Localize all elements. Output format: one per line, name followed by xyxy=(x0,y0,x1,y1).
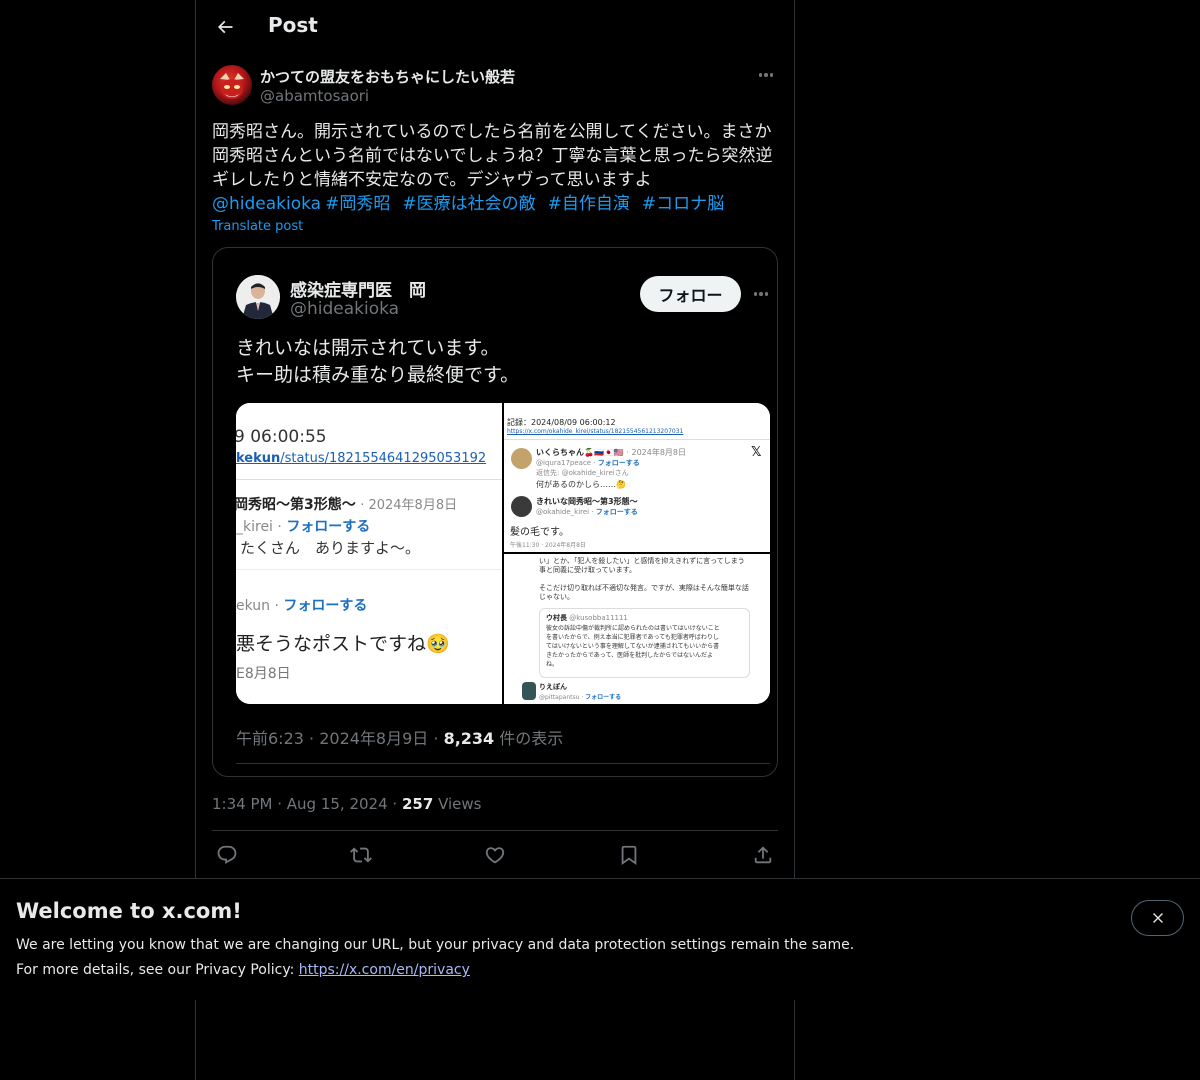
post-author: かつての盟友をおもちゃにしたい般若 @abamtosaori xyxy=(212,64,778,108)
quoted-text-line: きれいなは開示されています。 xyxy=(236,337,500,359)
back-button[interactable] xyxy=(210,12,240,42)
more-button[interactable] xyxy=(754,66,778,84)
banner-title: Welcome to x.com! xyxy=(16,899,242,923)
post-text-line: 岡秀昭さん。開示されているのでしたら名前を公開してください。まさか xyxy=(212,122,772,142)
post-time[interactable]: 1:34 PM xyxy=(212,795,272,813)
bookmark-button[interactable] xyxy=(614,840,644,870)
more-horizontal-icon xyxy=(753,292,758,296)
quoted-date: 2024年8月9日 xyxy=(319,729,429,748)
display-name[interactable]: かつての盟友をおもちゃにしたい般若 xyxy=(260,66,515,87)
more-horizontal-icon xyxy=(758,73,763,77)
quoted-text-line: キー助は積み重なり最終便です。 xyxy=(236,364,520,386)
avatar xyxy=(511,448,532,469)
repost-icon xyxy=(350,847,372,863)
banner-message: We are letting you know that we are chan… xyxy=(16,937,855,953)
follow-button[interactable]: フォロー xyxy=(640,276,741,312)
post-text: 岡秀昭さん。開示されているのでしたら名前を公開してください。まさか 岡秀昭さんと… xyxy=(212,120,782,192)
avatar xyxy=(511,496,532,517)
privacy-policy-link[interactable]: https://x.com/en/privacy xyxy=(299,962,470,978)
image-text: 悪そうなポストですね🥹 xyxy=(236,633,450,655)
like-button[interactable] xyxy=(480,840,510,870)
quoted-post[interactable]: 感染症専門医 岡 @hideakioka フォロー きれいなは開示されています。… xyxy=(212,247,778,777)
avatar-image xyxy=(220,73,244,99)
image-text: kekun/status/1821554641295053192 xyxy=(236,451,487,466)
share-button[interactable] xyxy=(748,840,778,870)
quoted-more-button[interactable] xyxy=(749,285,773,303)
mention-link[interactable]: @hideakioka xyxy=(212,194,321,214)
translate-post-link[interactable]: Translate post xyxy=(212,219,303,234)
quoted-user-handle[interactable]: @hideakioka xyxy=(290,299,399,319)
quoted-display-name[interactable]: 感染症専門医 岡 xyxy=(290,276,426,301)
close-banner-button[interactable] xyxy=(1131,900,1184,936)
views-label: Views xyxy=(438,795,482,813)
avatar xyxy=(522,682,536,700)
page-header: Post xyxy=(196,0,794,54)
hashtag-link[interactable]: #コロナ脳 xyxy=(642,194,724,214)
quoted-avatar[interactable] xyxy=(236,275,280,319)
reply-button[interactable] xyxy=(212,840,242,870)
repost-button[interactable] xyxy=(346,840,376,870)
hashtag-link[interactable]: #医療は社会の敵 xyxy=(402,194,535,214)
hashtag-link[interactable]: #岡秀昭 xyxy=(325,194,390,214)
hashtag-link[interactable]: #自作自演 xyxy=(548,194,630,214)
post-meta: 1:34 PM · Aug 15, 2024 · 257 Views xyxy=(212,795,482,813)
x-logo-icon: 𝕏 xyxy=(751,445,762,460)
image-text: 岡秀昭〜第3形態〜 xyxy=(236,497,356,513)
post-text-line: 岡秀昭さんという名前ではないでしょうね？丁寧な言葉と思ったら突然逆 xyxy=(212,146,773,166)
post-text-line: ギレしたりと情緒不安定なので。デジャヴって思いますよ xyxy=(212,170,652,190)
avatar[interactable] xyxy=(212,65,252,105)
post-actions xyxy=(212,840,778,870)
media-image-right-bottom[interactable]: い」とか、「犯人を殺したい」と感情を抑えきれずに言ってしまう 事と同義に受け取っ… xyxy=(504,554,770,704)
quoted-views-label: 件の表示 xyxy=(499,729,564,748)
banner-privacy-line: For more details, see our Privacy Policy… xyxy=(16,962,470,978)
quoted-post-meta: 午前6:23 · 2024年8月9日 · 8,234 件の表示 xyxy=(236,729,564,748)
quoted-media[interactable]: 9 06:00:55 kekun/status/1821554641295053… xyxy=(236,403,770,704)
page-title: Post xyxy=(268,13,318,37)
image-text: 9 06:00:55 xyxy=(236,427,327,447)
views-count: 257 xyxy=(401,795,434,813)
share-icon xyxy=(754,846,772,864)
quoted-time: 午前6:23 xyxy=(236,729,304,748)
user-handle[interactable]: @abamtosaori xyxy=(260,87,369,105)
reply-icon xyxy=(217,845,237,864)
quoted-views-count: 8,234 xyxy=(443,729,495,748)
url-change-banner: Welcome to x.com! We are letting you kno… xyxy=(0,878,1200,1000)
post-date[interactable]: Aug 15, 2024 xyxy=(287,795,388,813)
quoted-text: きれいなは開示されています。 キー助は積み重なり最終便です。 xyxy=(236,335,519,389)
close-icon xyxy=(1152,913,1163,923)
media-image-left[interactable]: 9 06:00:55 kekun/status/1821554641295053… xyxy=(236,403,502,704)
quoted-avatar-image xyxy=(236,275,280,319)
heart-icon xyxy=(485,847,505,864)
bookmark-icon xyxy=(621,845,637,866)
post-tags: @hideakioka #岡秀昭 #医療は社会の敵 #自作自演 #コロナ脳 xyxy=(212,192,736,216)
image-text: E8月8日 xyxy=(236,666,291,682)
arrow-left-icon xyxy=(217,20,233,34)
image-text: たくさん ありますよ〜。 xyxy=(240,539,421,557)
media-image-right-top[interactable]: 記録：2024/08/09 06:00:12 https://x.com/oka… xyxy=(504,403,770,552)
